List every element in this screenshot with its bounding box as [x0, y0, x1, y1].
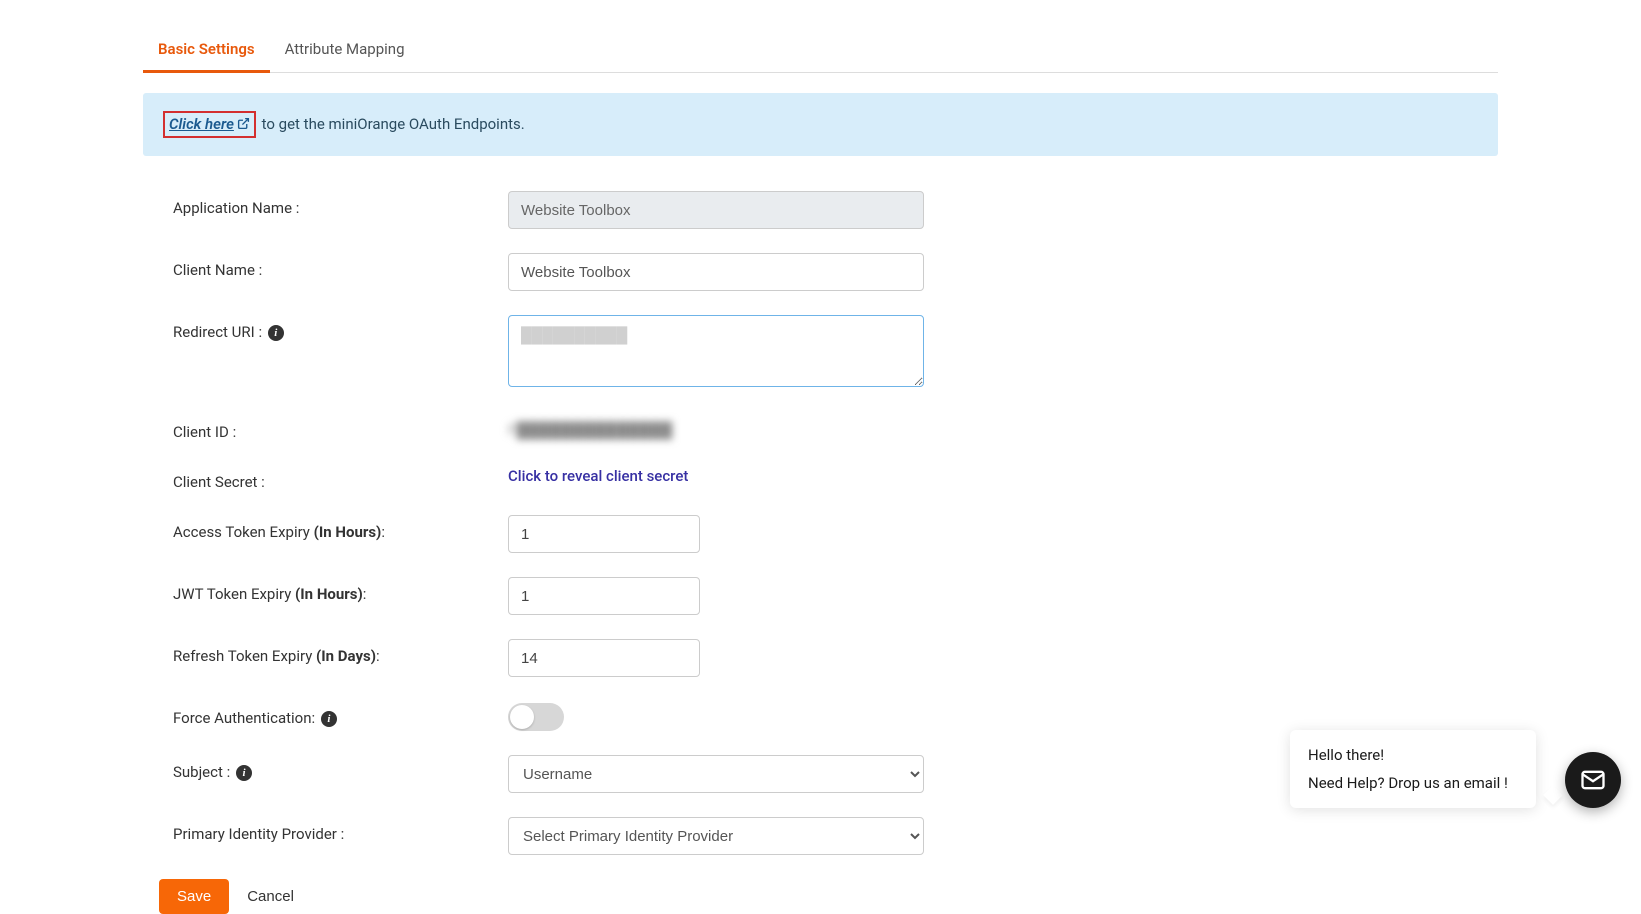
external-link-icon — [237, 116, 250, 134]
tab-basic-settings[interactable]: Basic Settings — [143, 30, 270, 73]
endpoints-info-alert: Click here to get the miniOrange OAuth E… — [143, 93, 1498, 156]
info-icon[interactable]: i — [268, 325, 284, 341]
tabs: Basic Settings Attribute Mapping — [143, 30, 1498, 73]
label-client-secret: Client Secret : — [173, 465, 508, 491]
subject-select[interactable]: Username — [508, 755, 924, 793]
chat-help-text: Need Help? Drop us an email ! — [1308, 774, 1518, 792]
label-force-authentication: Force Authentication: i — [173, 701, 508, 727]
label-subject: Subject : i — [173, 755, 508, 781]
mail-icon — [1579, 766, 1607, 794]
reveal-client-secret-link[interactable]: Click to reveal client secret — [508, 465, 688, 485]
label-redirect-uri: Redirect URI : i — [173, 315, 508, 341]
force-authentication-toggle[interactable] — [508, 703, 564, 731]
client-name-input[interactable] — [508, 253, 924, 291]
chat-greeting: Hello there! — [1308, 746, 1518, 764]
access-token-expiry-input[interactable] — [508, 515, 700, 553]
refresh-token-expiry-input[interactable] — [508, 639, 700, 677]
click-here-highlight: Click here — [163, 111, 256, 138]
info-icon[interactable]: i — [236, 765, 252, 781]
label-client-id: Client ID : — [173, 415, 508, 441]
cancel-button[interactable]: Cancel — [247, 888, 294, 905]
client-id-value: F██████████████ — [508, 415, 673, 439]
application-name-input — [508, 191, 924, 229]
alert-text: to get the miniOrange OAuth Endpoints. — [258, 115, 525, 133]
save-button[interactable]: Save — [159, 879, 229, 914]
jwt-token-expiry-input[interactable] — [508, 577, 700, 615]
label-jwt-token-expiry: JWT Token Expiry (In Hours): — [173, 577, 508, 603]
label-application-name: Application Name : — [173, 191, 508, 217]
tab-attribute-mapping[interactable]: Attribute Mapping — [270, 30, 420, 72]
label-client-name: Client Name : — [173, 253, 508, 279]
label-refresh-token-expiry: Refresh Token Expiry (In Days): — [173, 639, 508, 665]
redirect-uri-input[interactable]: ██████████ — [508, 315, 924, 387]
chat-popup: Hello there! Need Help? Drop us an email… — [1290, 730, 1536, 808]
label-primary-idp: Primary Identity Provider : — [173, 817, 508, 843]
chat-fab-button[interactable] — [1565, 752, 1621, 808]
label-access-token-expiry: Access Token Expiry (In Hours): — [173, 515, 508, 541]
click-here-link[interactable]: Click here — [169, 115, 250, 133]
primary-idp-select[interactable]: Select Primary Identity Provider — [508, 817, 924, 855]
info-icon[interactable]: i — [321, 711, 337, 727]
